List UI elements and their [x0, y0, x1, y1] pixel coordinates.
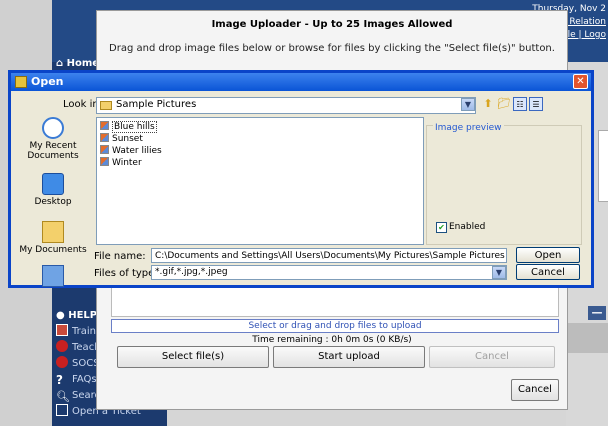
chevron-down-icon[interactable]: ▼ — [461, 98, 475, 111]
details-view-icon[interactable]: ☰ — [529, 97, 543, 111]
uploader-cancel-button[interactable]: Cancel — [511, 379, 559, 401]
image-file-icon — [100, 145, 109, 154]
bullet-icon: ● — [56, 310, 69, 321]
image-file-icon — [100, 133, 109, 142]
file-name-input[interactable]: C:\Documents and Settings\All Users\Docu… — [151, 248, 507, 263]
uploader-title: Image Uploader - Up to 25 Images Allowed — [211, 19, 453, 30]
select-files-button[interactable]: Select file(s) — [117, 346, 269, 368]
image-file-icon — [100, 121, 109, 130]
training-icon — [56, 324, 68, 336]
file-name-label: File name: — [94, 251, 146, 262]
cancel-upload-button[interactable]: Cancel — [429, 346, 555, 368]
collapse-button[interactable]: — — [588, 306, 606, 320]
new-folder-icon[interactable]: 📁︎ — [497, 97, 511, 111]
uploader-instructions: Drag and drop image files below or brows… — [109, 43, 555, 54]
places-bar: My Recent Documents Desktop My Documents — [15, 117, 91, 287]
page-field — [598, 130, 608, 202]
ticket-icon — [56, 404, 68, 416]
nav-item-faqs[interactable]: ? FAQs — [56, 372, 97, 388]
apple-icon — [56, 356, 68, 368]
desktop-icon — [42, 173, 64, 195]
look-in-select[interactable]: Sample Pictures ▼ — [96, 97, 476, 114]
place-recent-documents[interactable]: My Recent Documents — [15, 117, 91, 161]
image-preview-group: Image preview ✔ Enabled — [426, 123, 582, 245]
file-type-select[interactable]: *.gif,*.jpg,*.jpeg ▼ — [151, 265, 507, 280]
place-my-computer[interactable] — [15, 265, 91, 289]
open-button[interactable]: Open — [516, 247, 580, 263]
apple-icon — [56, 340, 68, 352]
nav-item-socs[interactable]: SOCS — [56, 356, 100, 372]
open-file-dialog: Open ✕ Look in: Sample Pictures ▼ ⬆ 📁︎ ☷… — [8, 70, 594, 288]
close-button[interactable]: ✕ — [573, 74, 588, 89]
list-item[interactable]: Winter — [100, 157, 142, 168]
dialog-title: Open — [31, 75, 64, 88]
dialog-cancel-button[interactable]: Cancel — [516, 264, 580, 280]
file-list[interactable]: Blue hills Sunset Water lilies Winter — [96, 117, 424, 245]
dialog-app-icon — [15, 76, 27, 88]
image-preview-label: Image preview — [433, 123, 504, 133]
start-upload-button[interactable]: Start upload — [273, 346, 425, 368]
place-my-documents[interactable]: My Documents — [15, 221, 91, 255]
folder-icon — [100, 101, 112, 110]
file-type-label: Files of type: — [94, 268, 158, 279]
enabled-checkbox[interactable]: ✔ Enabled — [436, 222, 485, 233]
nav-item-teach[interactable]: Teach — [56, 340, 101, 356]
up-folder-icon[interactable]: ⬆ — [481, 97, 495, 111]
computer-icon — [42, 265, 64, 287]
time-remaining: Time remaining : 0h 0m 0s (0 KB/s) — [252, 335, 412, 345]
question-icon: ? — [56, 373, 63, 387]
list-view-icon[interactable]: ☷ — [513, 97, 527, 111]
magnifier-icon: 🔍︎ — [56, 390, 70, 403]
clock-icon — [42, 117, 64, 139]
place-desktop[interactable]: Desktop — [15, 173, 91, 207]
image-file-icon — [100, 157, 109, 166]
page-panel — [566, 323, 608, 353]
checkmark-icon: ✔ — [436, 222, 447, 233]
list-item[interactable]: Blue hills — [100, 121, 157, 133]
dialog-titlebar[interactable]: Open ✕ — [11, 73, 591, 91]
upload-status: Select or drag and drop files to upload — [111, 319, 559, 333]
home-icon: ⌂ — [56, 58, 67, 69]
list-item[interactable]: Water lilies — [100, 145, 162, 156]
chevron-down-icon[interactable]: ▼ — [492, 266, 506, 279]
documents-folder-icon — [42, 221, 64, 243]
drop-zone[interactable] — [111, 283, 559, 317]
list-item[interactable]: Sunset — [100, 133, 143, 144]
nav-home[interactable]: ⌂ Home — [56, 58, 99, 69]
